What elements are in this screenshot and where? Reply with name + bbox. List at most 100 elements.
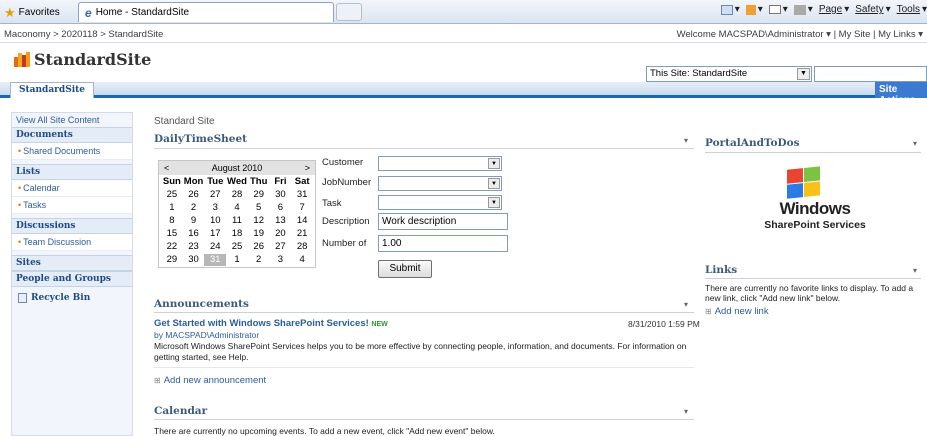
task-select[interactable]: ▼ [378,195,502,210]
calendar-day[interactable]: 28 [226,189,248,201]
new-tab-button[interactable] [336,3,362,21]
calendar-day[interactable]: 10 [204,215,226,227]
nav-tab-standardsite[interactable]: StandardSite [10,82,94,98]
page-menu[interactable]: Page ▾ [819,4,849,15]
quicklaunch-item-tasks[interactable]: • Tasks [12,197,132,214]
quicklaunch-item-shared-documents[interactable]: • Shared Documents [12,143,132,160]
calendar-day[interactable]: 31 [291,189,313,201]
calendar-day[interactable]: 9 [183,215,205,227]
calendar-day[interactable]: 27 [270,241,292,253]
recycle-bin-label: Recycle Bin [31,293,91,303]
add-new-link-label: Add new link [714,306,769,317]
submit-button[interactable]: Submit [378,260,432,278]
calendar-day[interactable]: 27 [204,189,226,201]
links-webpart-title[interactable]: Links [705,264,737,276]
calendar-day[interactable]: 13 [270,215,292,227]
breadcrumb[interactable]: Maconomy > 2020118 > StandardSite [4,29,163,40]
home-button[interactable]: ▾ [720,4,740,15]
jobnumber-select[interactable]: ▼ [378,176,502,191]
calendar-day[interactable]: 3 [270,254,292,266]
quicklaunch-lists-heading[interactable]: Lists [12,164,132,180]
timesheet-webpart-title[interactable]: DailyTimeSheet [154,133,247,145]
calendar-day[interactable]: 30 [270,189,292,201]
welcome-menu[interactable]: Welcome MACSPAD\Administrator ▾ | My Sit… [677,29,923,40]
calendar-day[interactable]: 29 [161,254,183,266]
feeds-button[interactable]: ▾ [745,4,763,15]
calendar-day[interactable]: 20 [270,228,292,240]
announcements-webpart-menu[interactable]: ▾ [684,300,688,309]
search-input[interactable] [814,66,927,82]
quicklaunch-documents-heading[interactable]: Documents [12,127,132,143]
recycle-bin-link[interactable]: Recycle Bin [12,287,132,305]
calendar-day[interactable]: 11 [226,215,248,227]
links-webpart-menu[interactable]: ▾ [913,266,917,275]
calendar-day[interactable]: 1 [226,254,248,266]
calendar-day[interactable]: 21 [291,228,313,240]
rss-icon [745,4,756,15]
calendar-day[interactable]: 19 [248,228,270,240]
announcement-author[interactable]: by MACSPAD\Administrator [154,330,259,340]
calendar-day[interactable]: 29 [248,189,270,201]
number-of-input[interactable] [378,235,508,252]
site-actions-menu[interactable]: Site Actions [875,82,927,106]
calendar-day[interactable]: 4 [226,202,248,214]
add-new-announcement-link[interactable]: ⊞ Add new announcement [154,375,266,386]
calendar-day[interactable]: 23 [183,241,205,253]
calendar-webpart-menu[interactable]: ▾ [684,407,688,416]
announcements-webpart-title[interactable]: Announcements [154,298,249,310]
tools-menu[interactable]: Tools ▾ [897,4,927,15]
calendar-webpart-title[interactable]: Calendar [154,405,207,417]
timesheet-webpart-menu[interactable]: ▾ [684,136,688,145]
quicklaunch-item-calendar[interactable]: • Calendar [12,180,132,197]
print-button[interactable]: ▾ [793,4,813,15]
favorites-button[interactable]: ★ Favorites [4,4,60,20]
portal-webpart-menu[interactable]: ▾ [913,139,917,148]
calendar-day[interactable]: 3 [204,202,226,214]
quicklaunch-people-heading[interactable]: People and Groups [12,271,132,287]
calendar-day[interactable]: 12 [248,215,270,227]
calendar-day[interactable]: 25 [226,241,248,253]
calendar-day[interactable]: 15 [161,228,183,240]
calendar-next-button[interactable]: > [305,163,310,173]
view-all-site-content-link[interactable]: View All Site Content [12,113,132,127]
mail-button[interactable]: ▾ [768,4,788,15]
description-input[interactable] [378,213,508,230]
calendar-day[interactable]: 26 [183,189,205,201]
calendar-day[interactable]: 22 [161,241,183,253]
calendar-day[interactable]: 16 [183,228,205,240]
calendar-day[interactable]: 7 [291,202,313,214]
add-new-link[interactable]: ⊞ Add new link [705,306,769,317]
announcement-item[interactable]: Get Started with Windows SharePoint Serv… [154,318,388,329]
print-icon [793,4,806,15]
site-title[interactable]: StandardSite [34,50,151,69]
customer-select[interactable]: ▼ [378,156,502,171]
search-scope-select[interactable]: This Site: StandardSite ▼ [646,66,812,82]
calendar-day[interactable]: 6 [270,202,292,214]
calendar-day[interactable]: 26 [248,241,270,253]
calendar-day[interactable]: 8 [161,215,183,227]
dropdown-icon: ▼ [488,178,500,189]
announcement-title-link[interactable]: Get Started with Windows SharePoint Serv… [154,318,369,329]
webpart-divider [154,367,694,368]
browser-tab[interactable]: e Home - StandardSite [78,2,334,22]
calendar-day[interactable]: 18 [226,228,248,240]
calendar-day[interactable]: 1 [161,202,183,214]
calendar-day[interactable]: 31 [204,254,227,266]
quicklaunch-sites-heading[interactable]: Sites [12,255,132,271]
calendar-day[interactable]: 30 [183,254,205,266]
calendar-day[interactable]: 14 [291,215,313,227]
quicklaunch-discussions-heading[interactable]: Discussions [12,218,132,234]
calendar-day[interactable]: 5 [248,202,270,214]
calendar-day[interactable]: 28 [291,241,313,253]
calendar-day[interactable]: 25 [161,189,183,201]
safety-menu[interactable]: Safety ▾ [855,4,890,15]
add-icon: ⊞ [154,376,161,385]
calendar-day[interactable]: 2 [183,202,205,214]
quicklaunch-item-team-discussion[interactable]: • Team Discussion [12,234,132,251]
calendar-day[interactable]: 17 [204,228,226,240]
calendar-day[interactable]: 4 [291,254,313,266]
calendar-day[interactable]: 2 [248,254,270,266]
calendar-prev-button[interactable]: < [164,163,169,173]
calendar-day[interactable]: 24 [204,241,226,253]
portal-webpart-title[interactable]: PortalAndToDos [705,137,800,149]
